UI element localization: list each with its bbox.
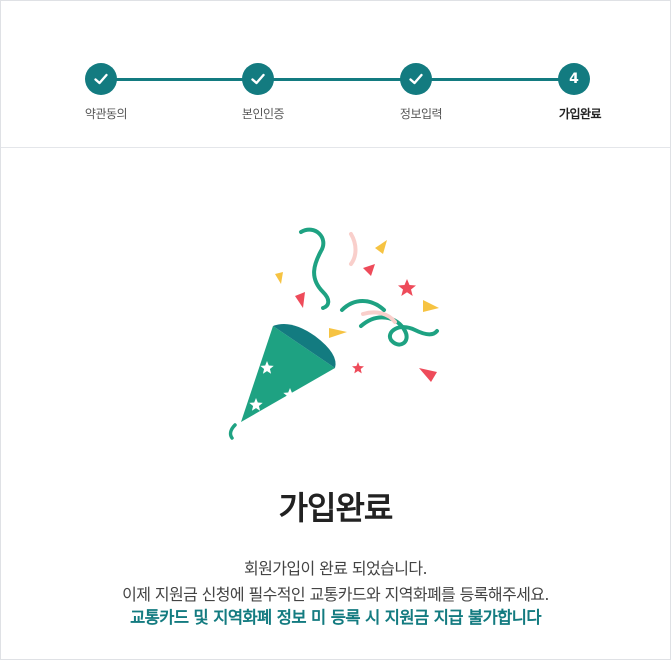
check-icon [94,73,108,85]
registration-guide-message: 이제 지원금 신청에 필수적인 교통카드와 지역화폐를 등록해주세요. [122,585,549,604]
step-3-indicator [400,63,432,95]
step-2-indicator [242,63,274,95]
stepper-progress-line [101,78,574,81]
step-4-indicator: 4 [558,63,590,95]
registration-warning-notice: 교통카드 및 지역화폐 정보 미 등록 시 지원금 지급 불가합니다 [130,608,541,627]
completion-content: 가입완료 회원가입이 완료 되었습니다. 이제 지원금 신청에 필수적인 교통카… [1,148,670,659]
step-1-indicator [85,63,117,95]
step-label-terms: 약관동의 [84,107,128,121]
signup-stepper: 4 약관동의 본인인증 정보입력 가입완료 [1,1,670,148]
step-4-number: 4 [569,71,579,87]
page-title: 가입완료 [278,489,394,527]
check-icon [251,73,265,85]
party-popper-icon [228,227,439,440]
step-label-verification: 본인인증 [241,107,285,121]
step-label-info: 정보입력 [399,107,443,121]
completion-message: 회원가입이 완료 되었습니다. [244,559,428,578]
signup-complete-page: 4 약관동의 본인인증 정보입력 가입완료 가입완료 회원가입이 완료 되었습니… [0,0,671,660]
check-icon [409,73,423,85]
step-label-complete: 가입완료 [558,107,602,121]
